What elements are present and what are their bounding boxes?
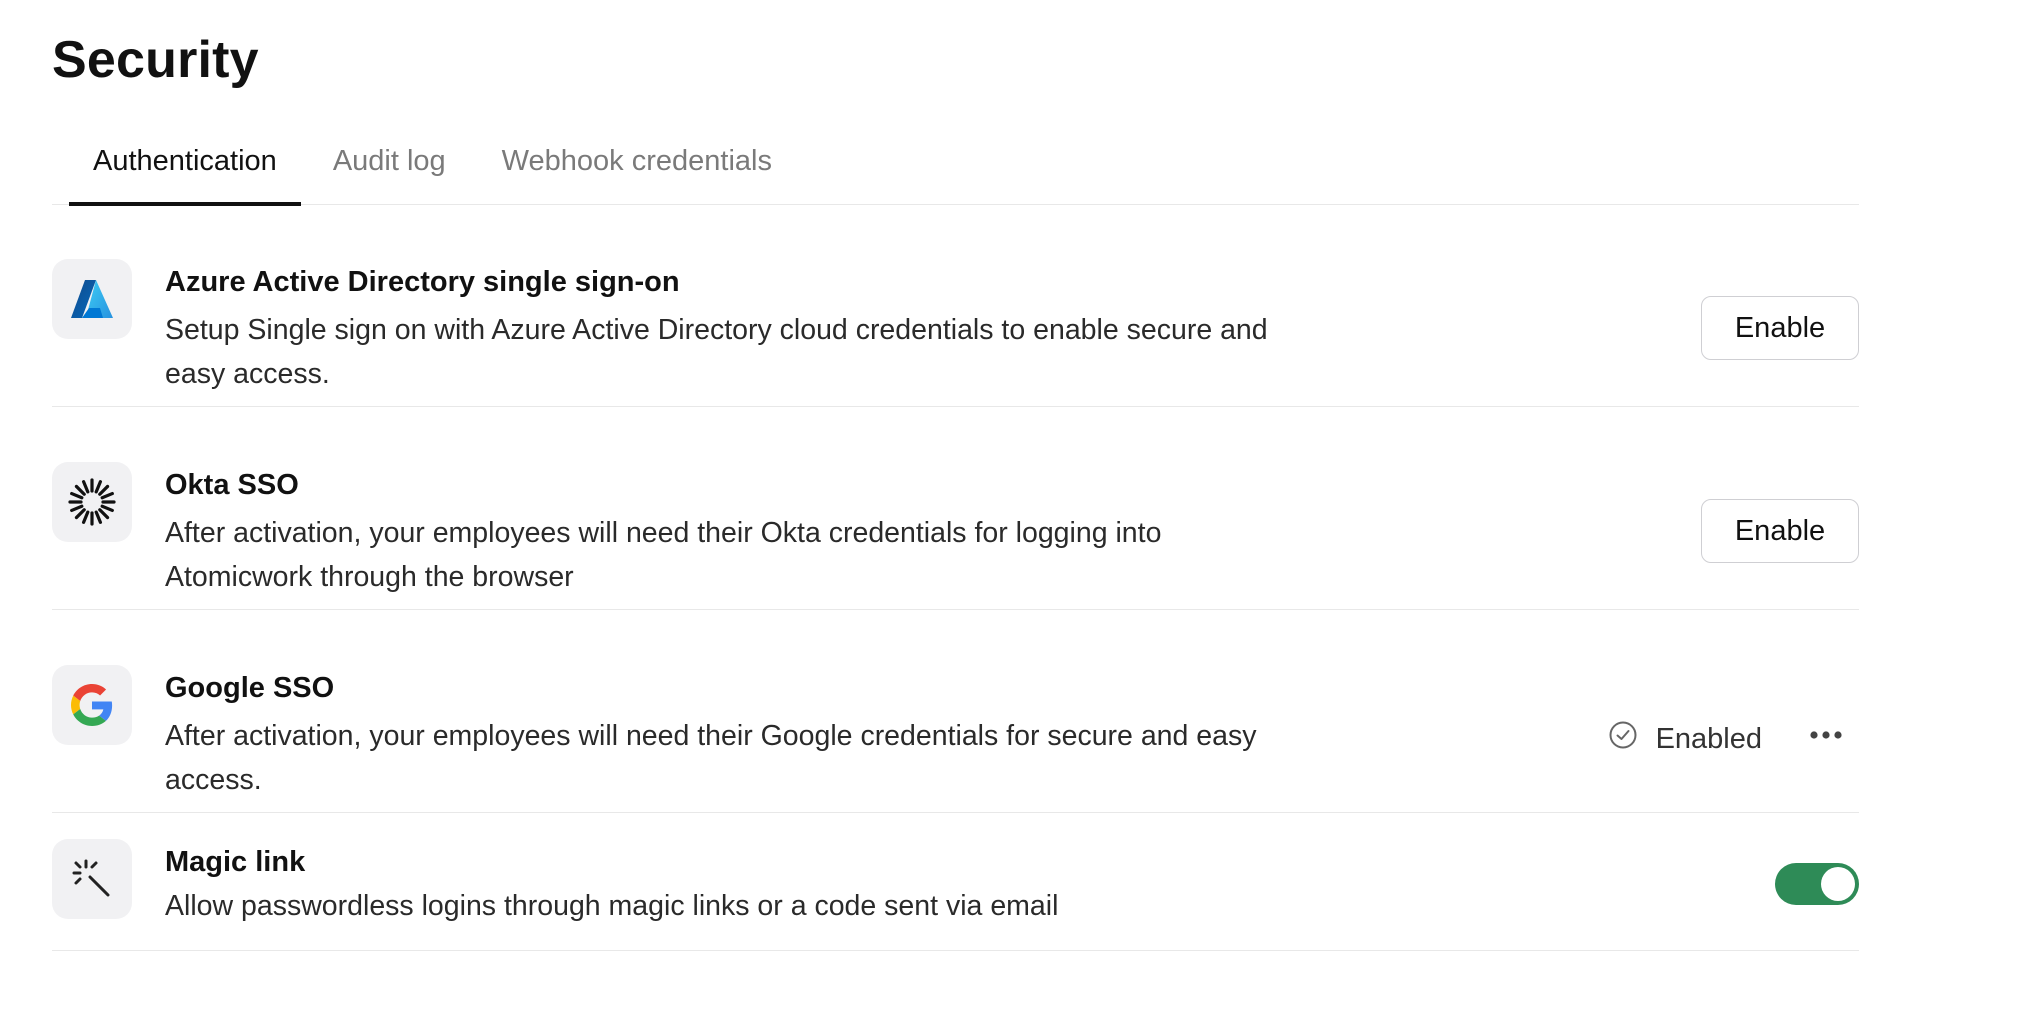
- provider-description: Allow passwordless logins through magic …: [165, 890, 1059, 922]
- azure-logo-icon: [52, 259, 132, 339]
- provider-title: Azure Active Directory single sign-on: [165, 266, 680, 298]
- provider-description: After activation, your employees will ne…: [165, 517, 1162, 593]
- enable-okta-button[interactable]: Enable: [1701, 499, 1859, 563]
- provider-description: Setup Single sign on with Azure Active D…: [165, 314, 1268, 390]
- magic-link-toggle[interactable]: [1775, 863, 1859, 905]
- magic-wand-icon: [52, 839, 132, 919]
- enable-azure-button[interactable]: Enable: [1701, 296, 1859, 360]
- tab-bar: Authentication Audit log Webhook credent…: [52, 118, 1859, 206]
- tab-audit-log[interactable]: Audit log: [309, 118, 470, 204]
- auth-provider-list: Azure Active Directory single sign-on Se…: [52, 204, 1859, 951]
- status-label: Enabled: [1655, 722, 1762, 755]
- tab-webhook-credentials[interactable]: Webhook credentials: [478, 118, 796, 204]
- provider-title: Magic link: [165, 846, 306, 878]
- google-logo-icon: [52, 665, 132, 745]
- provider-row-google: Google SSO After activation, your employ…: [52, 610, 1859, 813]
- okta-logo-icon: [52, 462, 132, 542]
- provider-title: Google SSO: [165, 672, 335, 704]
- provider-description: After activation, your employees will ne…: [165, 720, 1257, 796]
- provider-title: Okta SSO: [165, 469, 299, 501]
- provider-row-azure-ad: Azure Active Directory single sign-on Se…: [52, 204, 1859, 407]
- status-badge: Enabled: [1608, 720, 1762, 758]
- provider-row-magic-link: Magic link Allow passwordless logins thr…: [52, 813, 1859, 951]
- more-options-icon[interactable]: [1801, 710, 1851, 760]
- tab-authentication[interactable]: Authentication: [69, 118, 301, 206]
- page-title: Security: [52, 31, 259, 89]
- check-circle-icon: [1608, 720, 1638, 758]
- toggle-knob: [1821, 867, 1855, 901]
- provider-row-okta: Okta SSO After activation, your employee…: [52, 407, 1859, 610]
